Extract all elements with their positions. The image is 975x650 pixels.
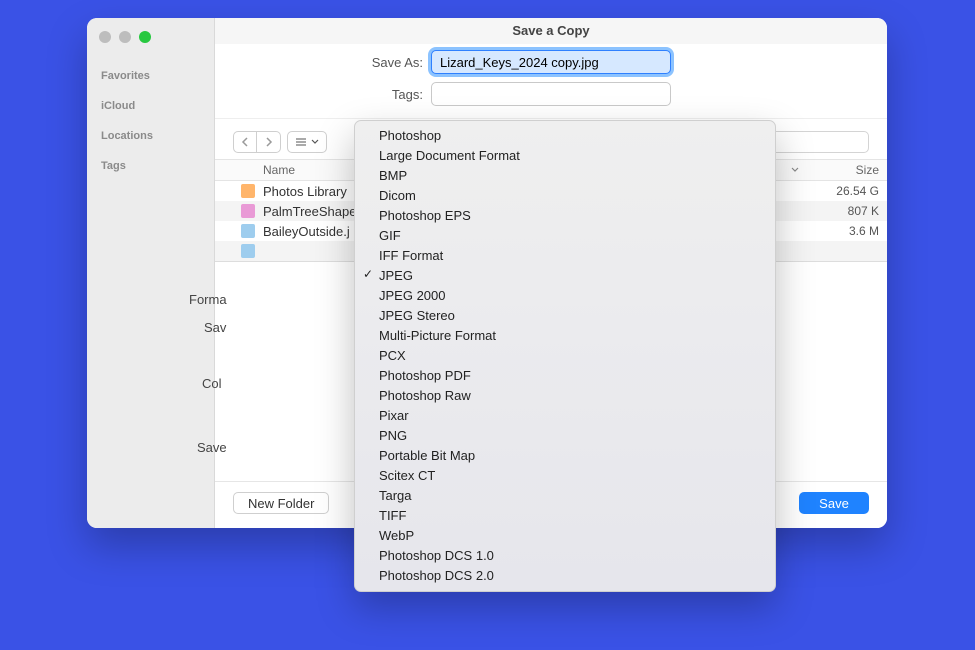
save-button[interactable]: Save — [799, 492, 869, 514]
file-size: 3.6 M — [799, 224, 879, 238]
format-option[interactable]: BMP — [355, 165, 775, 185]
format-option[interactable]: Photoshop EPS — [355, 205, 775, 225]
library-icon — [241, 184, 255, 198]
forward-button[interactable] — [257, 131, 281, 153]
format-option[interactable]: Photoshop PDF — [355, 365, 775, 385]
file-size: 26.54 G — [799, 184, 879, 198]
format-option[interactable]: JPEG — [355, 265, 775, 285]
format-option[interactable]: Photoshop DCS 2.0 — [355, 565, 775, 585]
list-view-icon — [295, 137, 307, 147]
view-mode-button[interactable] — [287, 131, 327, 153]
chevron-right-icon — [265, 137, 273, 147]
column-size[interactable]: Size — [807, 160, 887, 180]
chevron-down-icon — [311, 139, 319, 145]
sidebar: Favorites iCloud Locations Tags — [87, 18, 215, 528]
minimize-window-button[interactable] — [119, 31, 131, 43]
format-option[interactable]: GIF — [355, 225, 775, 245]
dialog-title: Save a Copy — [215, 18, 887, 44]
image-icon — [241, 244, 255, 258]
new-folder-button[interactable]: New Folder — [233, 492, 329, 514]
format-option[interactable]: JPEG Stereo — [355, 305, 775, 325]
sidebar-section-icloud[interactable]: iCloud — [87, 91, 214, 121]
zoom-window-button[interactable] — [139, 31, 151, 43]
save-options-label: Sav — [204, 320, 226, 335]
tags-label: Tags: — [243, 87, 423, 102]
format-label: Forma — [189, 292, 227, 307]
window-controls — [87, 26, 214, 61]
image-icon — [241, 204, 255, 218]
image-icon — [241, 224, 255, 238]
format-option[interactable]: Scitex CT — [355, 465, 775, 485]
sidebar-section-tags[interactable]: Tags — [87, 151, 214, 181]
sidebar-section-favorites[interactable]: Favorites — [87, 61, 214, 91]
format-option[interactable]: JPEG 2000 — [355, 285, 775, 305]
chevron-left-icon — [241, 137, 249, 147]
format-option[interactable]: TIFF — [355, 505, 775, 525]
format-option[interactable]: WebP — [355, 525, 775, 545]
format-option[interactable]: Targa — [355, 485, 775, 505]
format-dropdown-menu: PhotoshopLarge Document FormatBMPDicomPh… — [354, 120, 776, 592]
format-option[interactable]: Photoshop Raw — [355, 385, 775, 405]
format-option[interactable]: Portable Bit Map — [355, 445, 775, 465]
chevron-down-icon — [791, 167, 799, 173]
format-option[interactable]: Photoshop DCS 1.0 — [355, 545, 775, 565]
format-option[interactable]: Pixar — [355, 405, 775, 425]
sidebar-section-locations[interactable]: Locations — [87, 121, 214, 151]
tags-input[interactable] — [431, 82, 671, 106]
format-option[interactable]: PCX — [355, 345, 775, 365]
format-option[interactable]: Large Document Format — [355, 145, 775, 165]
format-option[interactable]: PNG — [355, 425, 775, 445]
close-window-button[interactable] — [99, 31, 111, 43]
save-as-label: Save As: — [243, 55, 423, 70]
file-size: 807 K — [799, 204, 879, 218]
save-as-input[interactable] — [431, 50, 671, 74]
format-option[interactable]: IFF Format — [355, 245, 775, 265]
format-option[interactable]: Multi-Picture Format — [355, 325, 775, 345]
format-option[interactable]: Dicom — [355, 185, 775, 205]
color-label: Col — [202, 376, 222, 391]
save-cloud-label: Save — [197, 440, 227, 455]
format-option[interactable]: Photoshop — [355, 125, 775, 145]
back-button[interactable] — [233, 131, 257, 153]
